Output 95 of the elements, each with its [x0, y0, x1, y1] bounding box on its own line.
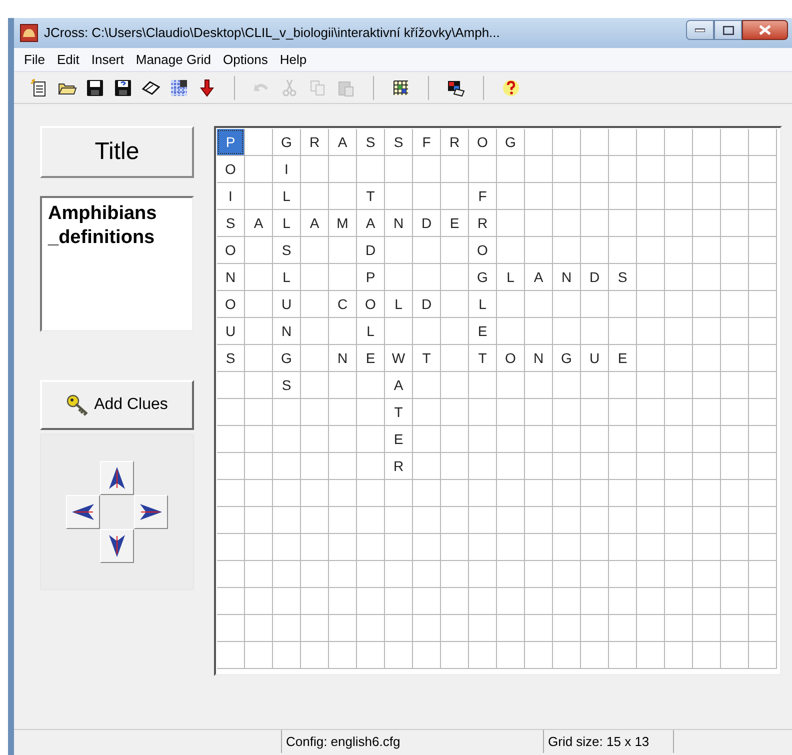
left-arrow-icon: [71, 503, 95, 521]
grid-letter[interactable]: M: [329, 210, 356, 236]
grid-letter[interactable]: F: [413, 129, 440, 155]
grid-letter[interactable]: U: [273, 291, 300, 317]
grid-letter[interactable]: O: [217, 237, 244, 263]
grid-letter[interactable]: A: [357, 210, 384, 236]
key-icon: [66, 394, 90, 416]
grid-letter[interactable]: T: [469, 345, 496, 371]
grid-letter[interactable]: N: [385, 210, 412, 236]
grid-letter[interactable]: R: [385, 453, 412, 479]
grid-letter[interactable]: L: [469, 291, 496, 317]
grid-letter[interactable]: P: [217, 129, 244, 155]
grid-letter[interactable]: S: [217, 345, 244, 371]
grid-letter[interactable]: N: [553, 264, 580, 290]
minimize-button[interactable]: [686, 20, 714, 40]
up-arrow-button[interactable]: [100, 461, 134, 495]
right-arrow-button[interactable]: [134, 495, 168, 529]
grid-letter[interactable]: N: [525, 345, 552, 371]
grid-letter[interactable]: N: [217, 264, 244, 290]
left-arrow-button[interactable]: [66, 495, 100, 529]
grid-letter[interactable]: S: [273, 237, 300, 263]
menu-item[interactable]: Edit: [50, 50, 86, 70]
grid-letter[interactable]: A: [329, 129, 356, 155]
grid-letter[interactable]: F: [469, 183, 496, 209]
grid-letter[interactable]: L: [273, 264, 300, 290]
grid-letter[interactable]: O: [497, 345, 524, 371]
grid-letter[interactable]: E: [357, 345, 384, 371]
minimize-icon: [695, 28, 705, 32]
grid-letter[interactable]: E: [441, 210, 468, 236]
add-clues-button[interactable]: Add Clues: [40, 380, 194, 430]
grid-letter[interactable]: I: [217, 183, 244, 209]
title-text-box[interactable]: Amphibians _definitions: [40, 196, 194, 332]
grid-letter[interactable]: G: [553, 345, 580, 371]
grid-letter[interactable]: T: [413, 345, 440, 371]
grid-letter[interactable]: S: [609, 264, 636, 290]
grid-letter[interactable]: L: [273, 210, 300, 236]
grid-letter[interactable]: S: [217, 210, 244, 236]
grid-letter[interactable]: O: [469, 237, 496, 263]
grid-letter[interactable]: G: [497, 129, 524, 155]
close-button[interactable]: [742, 20, 788, 40]
down-arrow-button[interactable]: [100, 529, 134, 563]
grid-letter[interactable]: L: [497, 264, 524, 290]
grid-letter[interactable]: U: [217, 318, 244, 344]
grid-letter[interactable]: L: [357, 318, 384, 344]
grid-letter[interactable]: S: [357, 129, 384, 155]
grid-letter[interactable]: N: [329, 345, 356, 371]
menu-item[interactable]: Manage Grid: [130, 50, 218, 70]
right-arrow-icon: [139, 503, 163, 521]
grid-letter[interactable]: T: [385, 399, 412, 425]
maximize-button[interactable]: [714, 20, 742, 40]
app-icon: [20, 24, 38, 42]
grid-letter[interactable]: D: [413, 210, 440, 236]
close-icon: [759, 25, 771, 35]
grid-letter[interactable]: N: [273, 318, 300, 344]
config-status: Config: english6.cfg: [286, 732, 400, 751]
grid-letter[interactable]: O: [469, 129, 496, 155]
grid-letter[interactable]: D: [357, 237, 384, 263]
window-title: JCross: C:\Users\Claudio\Desktop\CLIL_v_biologii\interaktivní křížovky\Amph...: [44, 24, 500, 42]
grid-letter[interactable]: R: [469, 210, 496, 236]
grid-letter[interactable]: W: [385, 345, 412, 371]
grid-letter[interactable]: G: [469, 264, 496, 290]
grid-letter[interactable]: S: [273, 372, 300, 398]
menu-item[interactable]: Help: [274, 50, 313, 70]
grid-letter[interactable]: L: [273, 183, 300, 209]
grid-letter[interactable]: E: [385, 426, 412, 452]
grid-letter[interactable]: E: [609, 345, 636, 371]
grid-letter[interactable]: I: [273, 156, 300, 182]
down-arrow-icon: [108, 534, 126, 558]
grid-letter[interactable]: T: [357, 183, 384, 209]
menu-item[interactable]: Insert: [85, 50, 130, 70]
grid-letter[interactable]: L: [385, 291, 412, 317]
grid-letter[interactable]: A: [525, 264, 552, 290]
grid-letter[interactable]: S: [385, 129, 412, 155]
maximize-icon: [722, 26, 734, 34]
grid-letter[interactable]: R: [301, 129, 328, 155]
grid-letter[interactable]: P: [357, 264, 384, 290]
grid-letter[interactable]: O: [357, 291, 384, 317]
grid-letter[interactable]: C: [329, 291, 356, 317]
grid-letter[interactable]: G: [273, 129, 300, 155]
grid-letter[interactable]: A: [245, 210, 272, 236]
menu-item[interactable]: Options: [217, 50, 274, 70]
grid-letter[interactable]: G: [273, 345, 300, 371]
title-button[interactable]: Title: [40, 126, 194, 178]
grid-letter[interactable]: O: [217, 291, 244, 317]
grid-letter[interactable]: O: [217, 156, 244, 182]
up-arrow-icon: [108, 466, 126, 490]
grid-letter[interactable]: D: [581, 264, 608, 290]
grid-letter[interactable]: A: [385, 372, 412, 398]
grid-letter[interactable]: E: [469, 318, 496, 344]
grid-letter[interactable]: D: [413, 291, 440, 317]
grid-letter[interactable]: R: [441, 129, 468, 155]
grid-letter[interactable]: A: [301, 210, 328, 236]
grid-size-status: Grid size: 15 x 13: [548, 732, 650, 751]
menu-item[interactable]: File: [18, 50, 51, 70]
grid-letter[interactable]: U: [581, 345, 608, 371]
